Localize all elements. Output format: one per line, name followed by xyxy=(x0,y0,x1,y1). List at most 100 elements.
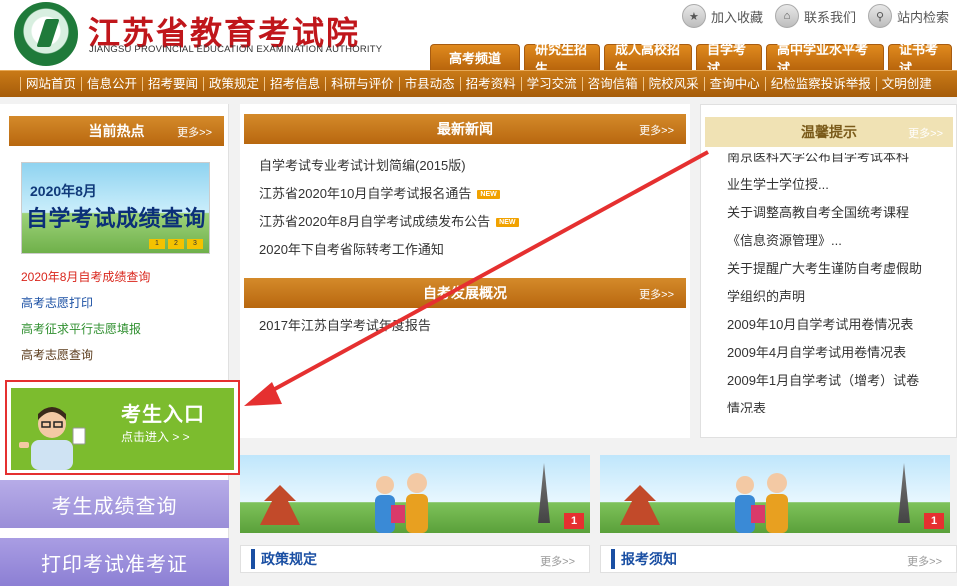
registration-notes-more-link[interactable]: 更多>> xyxy=(907,553,942,569)
candidate-avatar-icon xyxy=(19,407,86,470)
tip-item[interactable]: 2009年1月自学考试（增考）试卷 xyxy=(727,367,922,395)
news-item-text: 江苏省2020年8月自学考试成绩发布公告 xyxy=(259,214,491,229)
nav-mailbox[interactable]: 咨询信箱 xyxy=(581,77,643,91)
students-illustration xyxy=(375,473,428,533)
candidate-entry-subtitle: 点击进入 > > xyxy=(121,430,190,444)
site-search-link[interactable]: ⚲ 站内检索 xyxy=(867,4,949,28)
print-admission-ticket-button[interactable]: 打印考试准考证 xyxy=(0,538,229,586)
contact-us-label: 联系我们 xyxy=(803,9,856,25)
nav-research[interactable]: 科研与评价 xyxy=(325,77,399,91)
nav-materials[interactable]: 招考资料 xyxy=(459,77,521,91)
add-favorite-label: 加入收藏 xyxy=(710,9,763,25)
nav-news[interactable]: 招考要闻 xyxy=(142,77,203,91)
tips-more-link[interactable]: 更多>> xyxy=(908,125,943,141)
tip-item[interactable]: 南京医科大学公布自学考试本科 xyxy=(727,153,922,171)
nav-exchange[interactable]: 学习交流 xyxy=(520,77,582,91)
nav-schools[interactable]: 院校风采 xyxy=(642,77,704,91)
hot-link-parallel-application[interactable]: 高考征求平行志愿填报 xyxy=(21,316,150,342)
new-badge: NEW xyxy=(477,189,500,199)
banner-page-number[interactable]: 1 xyxy=(924,513,944,529)
development-title: 自考发展概况 xyxy=(423,285,507,301)
tips-title: 温馨提示 xyxy=(801,124,857,140)
news-item-text: 江苏省2020年10月自学考试报名通告 xyxy=(259,186,472,201)
page-root: { "header": { "title": "江苏省教育考试院", "subt… xyxy=(0,0,957,586)
hot-links-list: 2020年8月自考成绩查询 高考志愿打印 高考征求平行志愿填报 高考志愿查询 xyxy=(21,264,150,368)
tab-certificate[interactable]: 证书考试 xyxy=(888,42,952,76)
latest-news-list: 自学考试专业考试计划简编(2015版) 江苏省2020年10月自学考试报名通告 … xyxy=(259,152,519,264)
tips-scroll-area[interactable]: 南京医科大学公布自学考试本科 业生学士学位授... 关于调整高教自考全国统考课程… xyxy=(701,153,956,413)
news-item-text: 2020年下自考省际转考工作通知 xyxy=(259,242,444,257)
tab-self-study[interactable]: 自学考试 xyxy=(696,42,762,76)
tab-graduate[interactable]: 研究生招生 xyxy=(524,42,600,76)
tip-item[interactable]: 学组织的声明 xyxy=(727,283,922,311)
tab-academic-level[interactable]: 高中学业水平考试 xyxy=(766,42,884,76)
news-item[interactable]: 自学考试专业考试计划简编(2015版) xyxy=(259,152,519,180)
news-item-text: 自学考试专业考试计划简编(2015版) xyxy=(259,158,466,173)
tip-item[interactable]: 情况表 xyxy=(727,395,922,413)
students-illustration xyxy=(735,473,788,533)
right-column: 温馨提示 更多>> 南京医科大学公布自学考试本科 业生学士学位授... 关于调整… xyxy=(700,104,957,438)
site-subtitle: JIANGSU PROVINCIAL EDUCATION EXAMINATION… xyxy=(89,44,383,55)
add-favorite-link[interactable]: ★ 加入收藏 xyxy=(681,4,763,28)
nav-exam-info[interactable]: 招考信息 xyxy=(264,77,325,91)
tip-item[interactable]: 关于提醒广大考生谨防自考虚假助 xyxy=(727,255,922,283)
logo-mark xyxy=(36,19,60,47)
promo-title: 自学考试成绩查询 xyxy=(26,206,207,231)
travel-banner-right[interactable]: 1 xyxy=(600,455,950,533)
tip-item[interactable]: 2009年10月自学考试用卷情况表 xyxy=(727,311,922,339)
development-list: 2017年江苏自学考试年度报告 xyxy=(259,312,431,340)
eiffel-tower-icon xyxy=(898,463,910,523)
hot-topics-more-link[interactable]: 更多>> xyxy=(177,124,212,140)
tip-item[interactable]: 2009年4月自学考试用卷情况表 xyxy=(727,339,922,367)
middle-column: 最新新闻 更多>> 自学考试专业考试计划简编(2015版) 江苏省2020年10… xyxy=(240,104,690,438)
home-icon: ⌂ xyxy=(774,4,799,28)
candidate-entry-button[interactable]: 考生入口 点击进入 > > xyxy=(11,388,234,470)
news-item[interactable]: 2020年下自考省际转考工作通知 xyxy=(259,236,519,264)
nav-city[interactable]: 市县动态 xyxy=(398,77,460,91)
channel-tabs: 高考频道 研究生招生 成人高校招生 自学考试 高中学业水平考试 证书考试 xyxy=(430,42,952,76)
registration-notes-header: 报考须知 更多>> xyxy=(600,545,957,573)
nav-policy[interactable]: 政策规定 xyxy=(203,77,264,91)
policy-more-link[interactable]: 更多>> xyxy=(540,553,575,569)
nav-complaint[interactable]: 纪检监察投诉举报 xyxy=(764,77,876,91)
policy-section-header: 政策规定 更多>> xyxy=(240,545,590,573)
nav-home[interactable]: 网站首页 xyxy=(20,77,81,91)
news-item[interactable]: 江苏省2020年8月自学考试成绩发布公告 NEW xyxy=(259,208,519,236)
development-item[interactable]: 2017年江苏自学考试年度报告 xyxy=(259,312,431,340)
latest-news-header: 最新新闻 更多>> xyxy=(244,114,686,144)
tab-gaokao[interactable]: 高考频道 xyxy=(430,44,520,70)
latest-news-more-link[interactable]: 更多>> xyxy=(639,122,674,138)
tip-item[interactable]: 业生学士学位授... xyxy=(727,171,922,199)
nav-query[interactable]: 查询中心 xyxy=(703,77,765,91)
nav-civilization[interactable]: 文明创建 xyxy=(875,77,937,91)
main-nav: 网站首页 信息公开 招考要闻 政策规定 招考信息 科研与评价 市县动态 招考资料… xyxy=(0,70,957,97)
hot-link-score-query[interactable]: 2020年8月自考成绩查询 xyxy=(21,264,150,290)
promo-step: 2 xyxy=(168,239,184,249)
hot-link-print-application[interactable]: 高考志愿打印 xyxy=(21,290,150,316)
tip-item[interactable]: 《信息资源管理》... xyxy=(727,227,922,255)
score-query-button[interactable]: 考生成绩查询 xyxy=(0,480,229,528)
star-icon: ★ xyxy=(681,4,706,28)
nav-disclosure[interactable]: 信息公开 xyxy=(81,77,142,91)
latest-news-title: 最新新闻 xyxy=(437,121,493,137)
search-icon: ⚲ xyxy=(867,4,892,28)
tab-adult[interactable]: 成人高校招生 xyxy=(604,42,692,76)
promo-step: 3 xyxy=(187,239,203,249)
banner-page-number[interactable]: 1 xyxy=(564,513,584,529)
tip-item[interactable]: 关于调整高教自考全国统考课程 xyxy=(727,199,922,227)
contact-us-link[interactable]: ⌂ 联系我们 xyxy=(774,4,856,28)
score-query-promo-image[interactable]: 2020年8月 自学考试成绩查询 1 2 3 xyxy=(21,162,210,254)
development-header: 自考发展概况 更多>> xyxy=(244,278,686,308)
promo-date: 2020年8月 xyxy=(30,183,97,199)
new-badge: NEW xyxy=(496,217,519,227)
hot-topics-title: 当前热点 xyxy=(88,123,145,139)
candidate-entry-highlight-box: 考生入口 点击进入 > > xyxy=(5,380,240,475)
development-more-link[interactable]: 更多>> xyxy=(639,286,674,302)
institution-logo-icon[interactable] xyxy=(14,2,78,66)
top-links: ★ 加入收藏 ⌂ 联系我们 ⚲ 站内检索 xyxy=(676,4,949,28)
travel-banner-left[interactable]: 1 xyxy=(240,455,590,533)
promo-steps: 1 2 3 xyxy=(149,239,203,249)
hot-link-application-query[interactable]: 高考志愿查询 xyxy=(21,342,150,368)
news-item[interactable]: 江苏省2020年10月自学考试报名通告 NEW xyxy=(259,180,519,208)
tips-list: 南京医科大学公布自学考试本科 业生学士学位授... 关于调整高教自考全国统考课程… xyxy=(727,153,922,413)
